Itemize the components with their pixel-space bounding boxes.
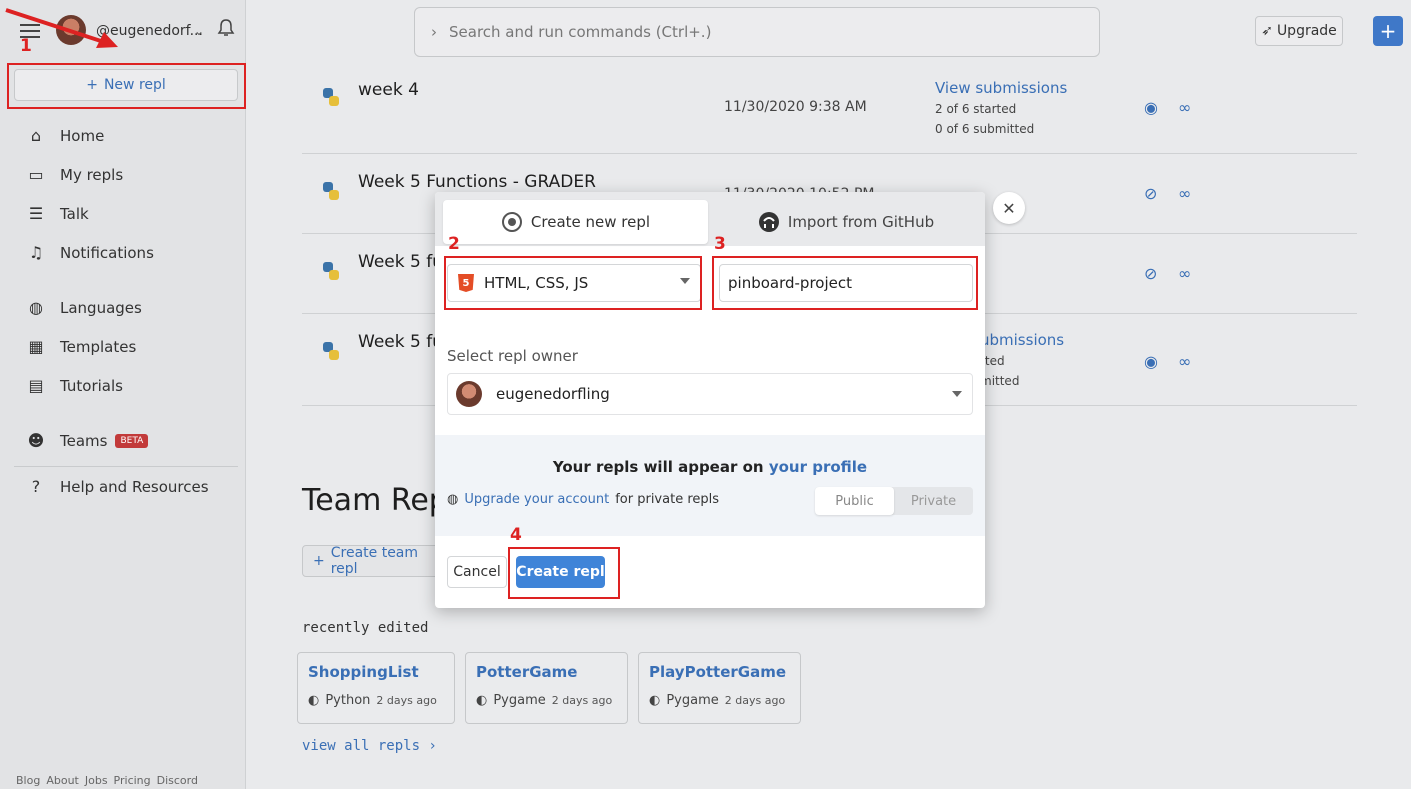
annotation-box xyxy=(508,547,620,599)
privacy-toggle[interactable]: Public Private xyxy=(815,487,973,515)
annotation-arrow xyxy=(5,8,118,48)
create-repl-modal: Create new repl Import from GitHub 5 HTM… xyxy=(435,192,985,608)
profile-notice: Your repls will appear on your profile xyxy=(552,458,868,476)
annotation-box xyxy=(7,63,246,109)
chevron-down-icon xyxy=(952,391,962,397)
owner-label: Select repl owner xyxy=(447,347,578,365)
modal-tabs: Create new repl Import from GitHub xyxy=(435,192,985,246)
github-icon xyxy=(758,212,779,232)
app: @eugenedorf... ⌄ + New repl ⌂ Home ▭ My rep… xyxy=(0,0,1411,789)
upgrade-notice: ◍ Upgrade your account for private repls xyxy=(447,492,720,507)
tab-create-new-repl[interactable]: Create new repl xyxy=(443,200,708,244)
upgrade-account-link[interactable]: Upgrade your account xyxy=(464,492,609,507)
public-option[interactable]: Public xyxy=(815,487,894,515)
annotation-box xyxy=(444,256,702,310)
avatar xyxy=(456,381,482,407)
tab-import-github[interactable]: Import from GitHub xyxy=(715,200,977,244)
annotation-number: 2 xyxy=(448,234,460,254)
cancel-button[interactable]: Cancel xyxy=(447,556,507,588)
your-profile-link[interactable]: your profile xyxy=(769,458,867,476)
annotation-number: 4 xyxy=(510,525,522,545)
replit-icon xyxy=(501,212,522,232)
annotation-box xyxy=(712,256,978,310)
privacy-section: Your repls will appear on your profile ◍… xyxy=(435,435,985,536)
close-icon[interactable]: ✕ xyxy=(993,192,1025,224)
annotation-number: 3 xyxy=(714,234,726,254)
owner-select[interactable]: eugenedorfling xyxy=(447,373,973,415)
private-option[interactable]: Private xyxy=(894,487,973,515)
globe-icon: ◍ xyxy=(447,492,459,507)
